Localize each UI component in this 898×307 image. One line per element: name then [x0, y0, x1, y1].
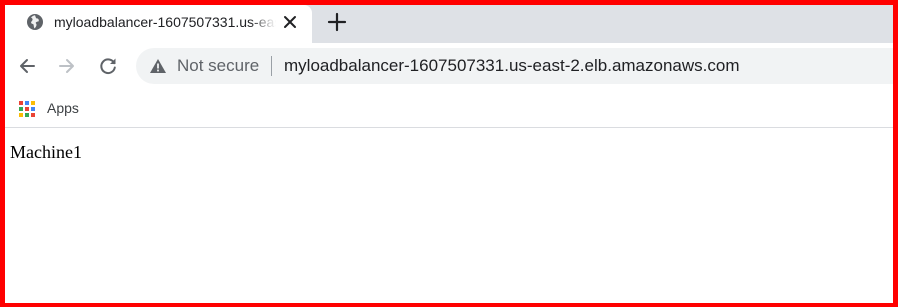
bookmarks-bar: Apps — [5, 89, 893, 128]
browser-toolbar: Not secure myloadbalancer-1607507331.us-… — [5, 43, 893, 89]
browser-window: myloadbalancer-1607507331.us-east-2.elb.… — [5, 5, 893, 303]
plus-icon[interactable] — [326, 11, 348, 33]
active-tab[interactable]: myloadbalancer-1607507331.us-east-2.elb.… — [5, 5, 312, 43]
forward-arrow-icon[interactable] — [56, 55, 78, 77]
warning-triangle-icon[interactable] — [149, 57, 167, 75]
apps-grid-icon — [19, 101, 35, 117]
back-arrow-icon[interactable] — [16, 55, 38, 77]
reload-icon[interactable] — [97, 55, 119, 77]
omnibox-separator — [271, 56, 272, 76]
apps-label: Apps — [47, 100, 79, 116]
url-text[interactable]: myloadbalancer-1607507331.us-east-2.elb.… — [284, 55, 740, 77]
globe-icon — [27, 14, 43, 30]
page-content: Machine1 — [5, 128, 893, 303]
security-status-label[interactable]: Not secure — [177, 55, 259, 77]
tab-title: myloadbalancer-1607507331.us-east-2.elb.… — [54, 14, 276, 30]
page-body-text: Machine1 — [10, 142, 82, 162]
address-bar[interactable]: Not secure myloadbalancer-1607507331.us-… — [136, 48, 893, 84]
tab-strip: myloadbalancer-1607507331.us-east-2.elb.… — [5, 5, 893, 43]
close-icon[interactable] — [281, 13, 299, 31]
